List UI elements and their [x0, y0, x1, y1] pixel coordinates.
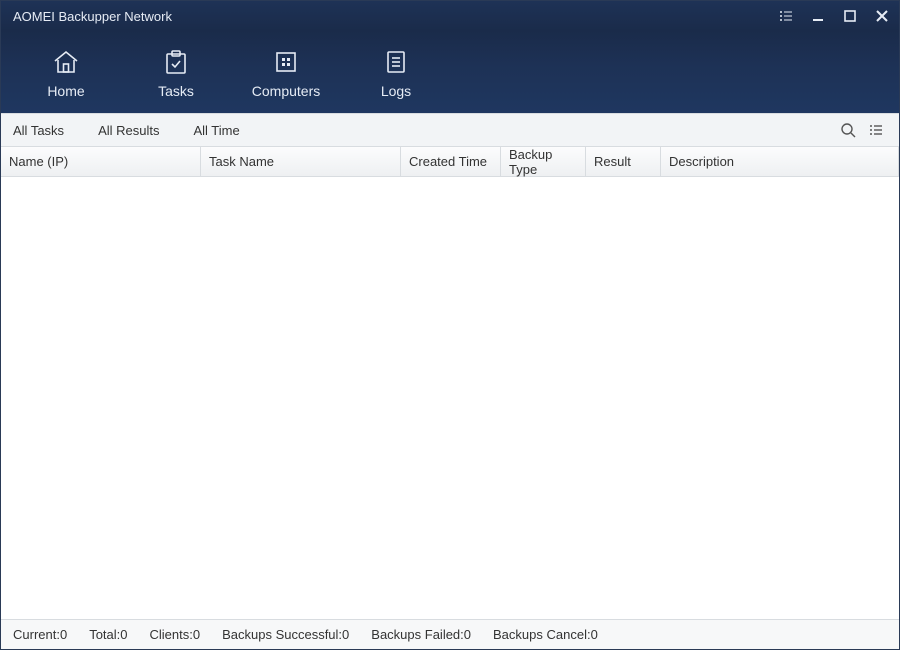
search-icon[interactable] [837, 119, 859, 141]
filter-all-results[interactable]: All Results [98, 123, 159, 138]
col-header-result[interactable]: Result [586, 147, 661, 176]
list-view-icon[interactable] [865, 119, 887, 141]
nav-computers[interactable]: Computers [251, 45, 321, 99]
nav-home[interactable]: Home [31, 45, 101, 99]
status-current: Current:0 [13, 627, 67, 642]
status-bar: Current:0 Total:0 Clients:0 Backups Succ… [1, 619, 899, 649]
window-controls [777, 7, 891, 25]
status-cancel: Backups Cancel:0 [493, 627, 598, 642]
nav-logs[interactable]: Logs [361, 45, 431, 99]
nav-computers-label: Computers [252, 83, 320, 99]
col-header-created[interactable]: Created Time [401, 147, 501, 176]
status-success: Backups Successful:0 [222, 627, 349, 642]
window-title: AOMEI Backupper Network [13, 9, 777, 24]
home-icon [51, 45, 81, 79]
navbar: Home Tasks Computers Logs [1, 31, 899, 113]
status-failed: Backups Failed:0 [371, 627, 471, 642]
titlebar: AOMEI Backupper Network [1, 1, 899, 31]
tasks-icon [161, 45, 191, 79]
status-total: Total:0 [89, 627, 127, 642]
filter-bar: All Tasks All Results All Time [1, 113, 899, 147]
filter-all-time[interactable]: All Time [193, 123, 239, 138]
nav-logs-label: Logs [381, 83, 411, 99]
app-window: AOMEI Backupper Network Home [0, 0, 900, 650]
nav-tasks-label: Tasks [158, 83, 194, 99]
col-header-backup-type[interactable]: Backup Type [501, 147, 586, 176]
filter-all-tasks[interactable]: All Tasks [13, 123, 64, 138]
nav-tasks[interactable]: Tasks [141, 45, 211, 99]
col-header-description[interactable]: Description [661, 147, 899, 176]
table-header: Name (IP) Task Name Created Time Backup … [1, 147, 899, 177]
status-clients: Clients:0 [150, 627, 201, 642]
col-header-name[interactable]: Name (IP) [1, 147, 201, 176]
logs-icon [381, 45, 411, 79]
minimize-button[interactable] [809, 7, 827, 25]
nav-home-label: Home [47, 83, 84, 99]
menu-list-icon[interactable] [777, 7, 795, 25]
col-header-task[interactable]: Task Name [201, 147, 401, 176]
computers-icon [271, 45, 301, 79]
maximize-button[interactable] [841, 7, 859, 25]
table-body-empty [1, 177, 899, 619]
close-button[interactable] [873, 7, 891, 25]
